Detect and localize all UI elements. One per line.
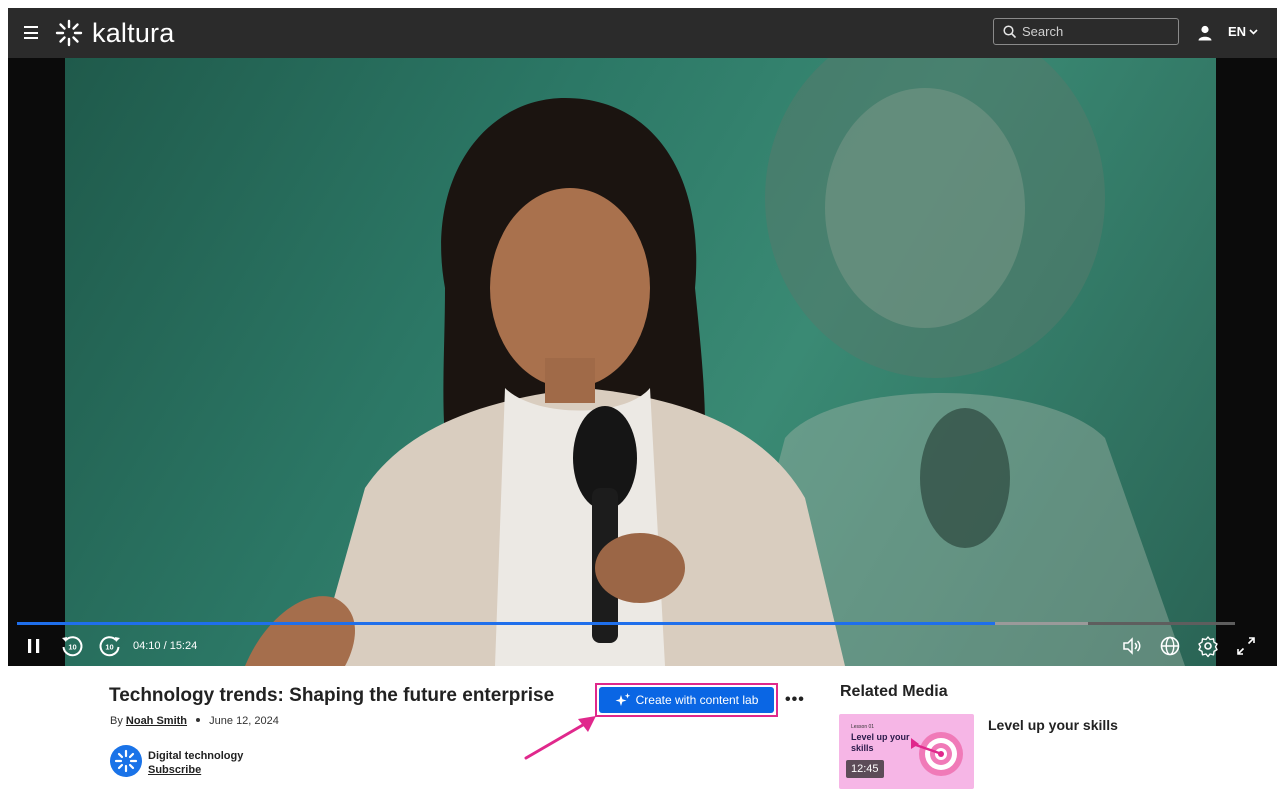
channel-name[interactable]: Digital technology: [148, 749, 243, 763]
search-icon: [1003, 25, 1016, 38]
more-options-button[interactable]: •••: [785, 692, 805, 708]
related-media-heading: Related Media: [840, 683, 948, 700]
separator-dot: [196, 718, 201, 722]
kaltura-logo[interactable]: kaltura: [54, 19, 174, 47]
player-controls: 10 10 04:10 / 15:24: [8, 628, 1277, 666]
by-prefix: By: [110, 715, 123, 727]
played-bar: [17, 622, 996, 625]
sparkle-icon: [615, 693, 630, 706]
subscribe-link[interactable]: Subscribe: [148, 763, 243, 777]
hamburger-menu-icon[interactable]: [24, 26, 38, 39]
top-navigation-bar: kaltura EN: [8, 8, 1277, 58]
forward-10-icon[interactable]: 10: [98, 634, 122, 658]
channel-info: Digital technology Subscribe: [110, 745, 243, 777]
globe-icon[interactable]: [1158, 634, 1182, 658]
kaltura-sparkle-icon: [114, 749, 138, 773]
settings-gear-icon[interactable]: [1196, 634, 1220, 658]
thumbnail-lesson-label: Lesson 01: [851, 724, 875, 730]
search-box[interactable]: [993, 18, 1179, 45]
annotation-arrow: [524, 716, 596, 760]
related-item-thumbnail[interactable]: Lesson 01 Level up your skills 12:45: [839, 714, 974, 789]
brand-name: kaltura: [92, 18, 175, 48]
fullscreen-icon[interactable]: [1234, 634, 1258, 658]
content-lab-label: Create with content lab: [635, 693, 759, 707]
volume-icon[interactable]: [1120, 634, 1144, 658]
video-frame[interactable]: [65, 58, 1216, 666]
thumbnail-title-text: Level up your skills: [851, 732, 910, 753]
user-icon[interactable]: [1198, 25, 1212, 41]
rewind-10-icon[interactable]: 10: [60, 634, 84, 658]
svg-text:10: 10: [68, 643, 76, 652]
content-lab-highlight: Create with content lab: [595, 683, 778, 717]
search-input[interactable]: [1022, 24, 1162, 39]
author-link[interactable]: Noah Smith: [126, 715, 187, 727]
chevron-down-icon: [1249, 28, 1258, 35]
language-label: EN: [1228, 24, 1247, 39]
video-player[interactable]: 10 10 04:10 / 15:24: [8, 58, 1277, 666]
create-with-content-lab-button[interactable]: Create with content lab: [599, 687, 774, 713]
duration-badge: 12:45: [846, 760, 884, 778]
target-icon: [911, 732, 963, 776]
related-item-title[interactable]: Level up your skills: [988, 717, 1118, 733]
pause-icon[interactable]: [22, 634, 46, 658]
channel-avatar[interactable]: [110, 745, 142, 777]
video-still-image: [245, 58, 1185, 666]
media-title: Technology trends: Shaping the future en…: [109, 685, 555, 706]
byline: By Noah Smith June 12, 2024: [110, 715, 279, 727]
time-display: 04:10 / 15:24: [133, 640, 198, 652]
svg-text:10: 10: [105, 643, 113, 652]
kaltura-sparkle-icon: [55, 19, 83, 47]
language-selector[interactable]: EN: [1228, 24, 1258, 39]
publish-date: June 12, 2024: [209, 715, 279, 727]
progress-bar[interactable]: [17, 622, 1235, 625]
